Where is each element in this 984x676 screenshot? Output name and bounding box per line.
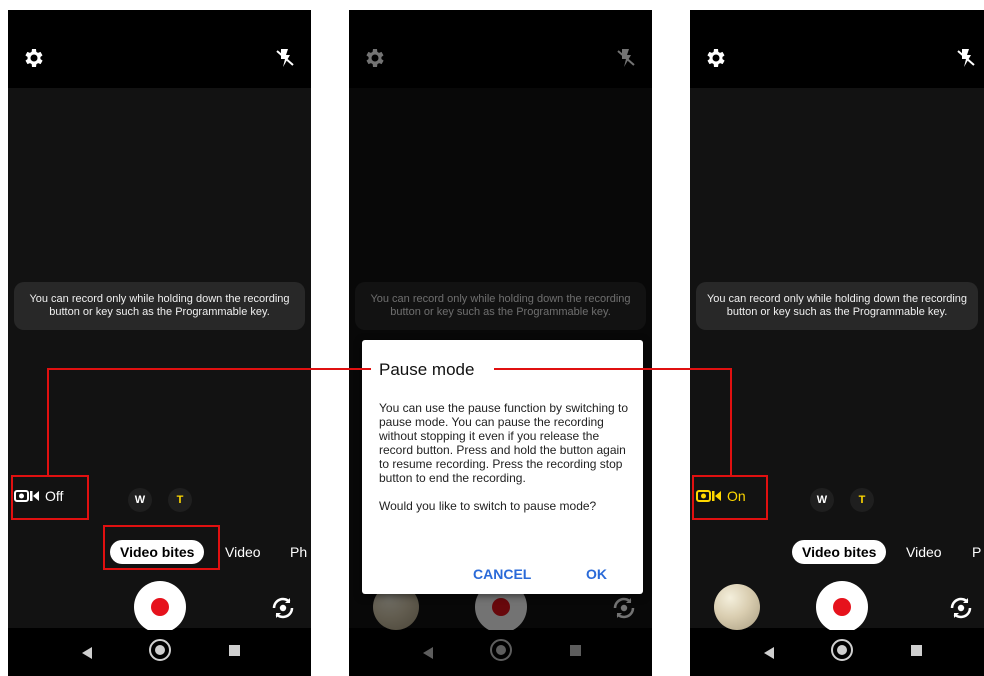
mode-photo[interactable]: P [972, 540, 981, 564]
zoom-wide-button[interactable]: W [810, 488, 834, 512]
top-bar [690, 10, 984, 88]
dialog-question-text: Would you like to switch to pause mode? [379, 499, 597, 513]
highlight-video-bites [103, 525, 220, 570]
nav-recent-icon[interactable] [229, 645, 240, 656]
zoom-tele-button[interactable]: T [168, 488, 192, 512]
connector-right-horizontal [494, 368, 732, 370]
connector-right-vertical [730, 368, 732, 476]
gallery-thumbnail[interactable] [714, 584, 760, 630]
flash-off-icon[interactable] [954, 46, 978, 70]
dialog-body: You can use the pause function by switch… [379, 401, 634, 513]
right-phone-screen: You can record only while holding down t… [690, 10, 984, 676]
zoom-wide-button[interactable]: W [128, 488, 152, 512]
system-nav-bar [8, 630, 311, 676]
nav-home-icon[interactable] [149, 639, 171, 661]
record-button[interactable] [816, 581, 868, 633]
connector-left-horizontal [47, 368, 371, 370]
mode-selector: Video bites Video P [690, 540, 984, 564]
left-phone-screen: You can record only while holding down t… [8, 10, 311, 676]
recording-hint-toast: You can record only while holding down t… [14, 282, 305, 330]
mode-video[interactable]: Video [225, 540, 261, 564]
top-bar [8, 10, 311, 88]
mode-video[interactable]: Video [906, 540, 942, 564]
nav-home-icon[interactable] [831, 639, 853, 661]
ok-button[interactable]: OK [586, 566, 607, 582]
switch-camera-icon[interactable] [948, 595, 974, 621]
nav-recent-icon[interactable] [911, 645, 922, 656]
nav-back-icon[interactable] [82, 647, 92, 659]
flash-off-icon[interactable] [273, 46, 297, 70]
cancel-button[interactable]: CANCEL [473, 566, 531, 582]
mode-video-bites[interactable]: Video bites [792, 540, 887, 564]
record-dot [833, 598, 851, 616]
gear-icon[interactable] [704, 46, 728, 70]
record-button[interactable] [134, 581, 186, 633]
record-dot [151, 598, 169, 616]
zoom-tele-button[interactable]: T [850, 488, 874, 512]
highlight-pause-off [11, 475, 89, 520]
nav-back-icon[interactable] [764, 647, 774, 659]
connector-left-vertical [47, 368, 49, 476]
dialog-title: Pause mode [379, 360, 475, 379]
system-nav-bar [690, 630, 984, 676]
dialog-body-text: You can use the pause function by switch… [379, 401, 629, 485]
mode-photo[interactable]: Ph [290, 540, 307, 564]
gear-icon[interactable] [22, 46, 46, 70]
pause-mode-dialog: Pause mode You can use the pause functio… [362, 340, 643, 594]
switch-camera-icon[interactable] [270, 595, 296, 621]
highlight-pause-on [692, 475, 768, 520]
recording-hint-toast: You can record only while holding down t… [696, 282, 978, 330]
